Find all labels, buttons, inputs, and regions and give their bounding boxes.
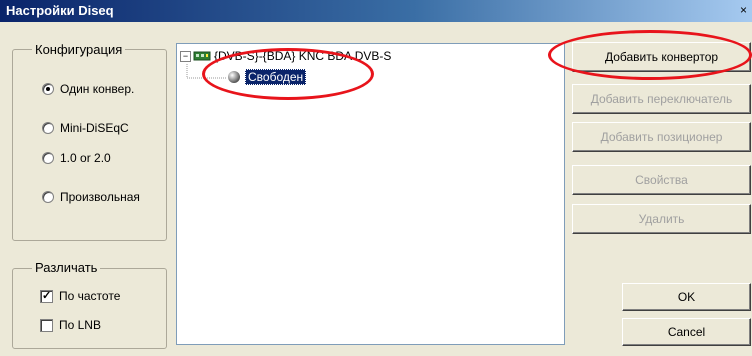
checkbox[interactable] (40, 318, 53, 332)
tree-lines (186, 64, 227, 79)
radio-mini-diseqc[interactable]: Mini-DiSEqC (42, 119, 129, 137)
diseq-settings-window: Настройки Diseq × Конфигурация Один конв… (0, 0, 752, 356)
properties-button[interactable]: Свойства (572, 165, 751, 195)
title-bar: Настройки Diseq × (0, 0, 752, 22)
sphere-icon (227, 70, 241, 84)
delete-button[interactable]: Удалить (572, 204, 751, 234)
radio-label: Один конвер. (60, 82, 135, 96)
radio-diseqc-1-2[interactable]: 1.0 or 2.0 (42, 149, 111, 167)
checkbox[interactable]: ✓ (40, 289, 53, 303)
tree-node-child[interactable]: Свободен (227, 69, 307, 85)
close-icon[interactable]: × (740, 2, 752, 19)
radio-single-converter[interactable]: Один конвер. (42, 80, 134, 98)
window-title: Настройки Diseq (6, 3, 114, 18)
radio-button[interactable] (42, 152, 54, 164)
tree-node-root[interactable]: − {DVB-S}-{BDA} KNC BDA DVB-S (180, 49, 391, 63)
distinguish-group (12, 268, 167, 349)
tree-view[interactable]: − {DVB-S}-{BDA} KNC BDA DVB-S Свободен (176, 43, 565, 345)
tv-card-icon (193, 50, 211, 62)
add-positioner-button[interactable]: Добавить позиционер (572, 122, 751, 152)
config-group-legend: Конфигурация (32, 42, 126, 57)
tree-node-label[interactable]: Свободен (245, 69, 307, 85)
radio-button[interactable] (42, 83, 54, 95)
radio-custom[interactable]: Произвольная (42, 188, 140, 206)
distinguish-group-legend: Различать (32, 260, 101, 275)
checkbox-label: По LNB (59, 318, 101, 332)
ok-button[interactable]: OK (622, 283, 751, 311)
radio-label: Mini-DiSEqC (60, 121, 129, 135)
checkbox-by-lnb[interactable]: По LNB (40, 316, 101, 334)
radio-label: Произвольная (60, 190, 140, 204)
tree-expander-icon[interactable]: − (180, 50, 191, 62)
tree-node-label[interactable]: {DVB-S}-{BDA} KNC BDA DVB-S (214, 49, 391, 63)
checkbox-label: По частоте (59, 289, 121, 303)
check-mark-icon: ✓ (42, 289, 52, 302)
radio-button[interactable] (42, 122, 54, 134)
radio-button[interactable] (42, 191, 54, 203)
cancel-button[interactable]: Cancel (622, 318, 751, 346)
add-switch-button[interactable]: Добавить переключатель (572, 84, 751, 114)
config-group (12, 49, 167, 241)
radio-label: 1.0 or 2.0 (60, 151, 111, 165)
add-converter-button[interactable]: Добавить конвертор (572, 42, 751, 72)
checkbox-by-frequency[interactable]: ✓ По частоте (40, 287, 120, 305)
